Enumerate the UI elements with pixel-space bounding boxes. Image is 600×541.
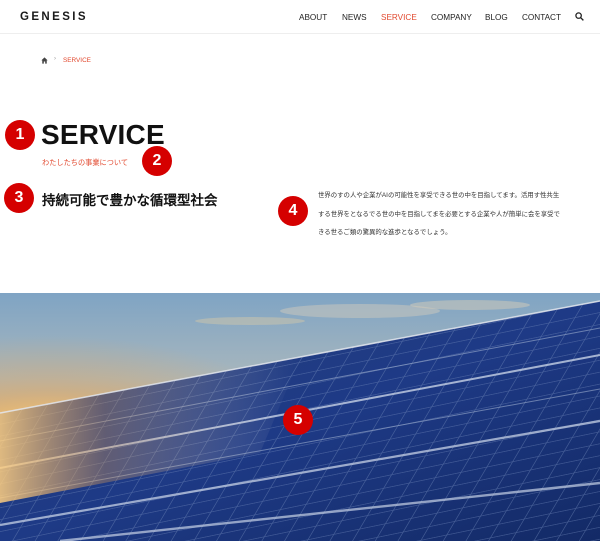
nav-company[interactable]: COMPANY	[431, 13, 472, 22]
site-logo[interactable]: GENESIS	[20, 11, 88, 23]
site-header: GENESIS ABOUT NEWS SERVICE COMPANY BLOG …	[0, 0, 600, 34]
breadcrumb-current: SERVICE	[63, 57, 91, 64]
breadcrumb-separator: ›	[54, 56, 56, 62]
nav-service[interactable]: SERVICE	[381, 13, 417, 22]
service-description: 世界のすの人や企業がAIの可能性を享受できる世の中を目指してます。活用す性共生す…	[318, 192, 560, 236]
nav-blog[interactable]: BLOG	[485, 13, 508, 22]
marker-1: 1	[5, 120, 35, 150]
marker-4: 4	[278, 196, 308, 226]
page-title: SERVICE	[41, 119, 165, 150]
marker-5: 5	[283, 405, 313, 435]
home-icon[interactable]	[41, 57, 48, 64]
marker-2: 2	[142, 146, 172, 176]
page-subtitle: わたしたちの事業について	[42, 158, 129, 167]
search-icon[interactable]	[575, 12, 584, 21]
catch-copy: 持続可能で豊かな循環型社会	[42, 193, 218, 208]
nav-news[interactable]: NEWS	[342, 13, 367, 22]
nav-about[interactable]: ABOUT	[299, 13, 327, 22]
nav-contact[interactable]: CONTACT	[522, 13, 561, 22]
marker-3: 3	[4, 183, 34, 213]
